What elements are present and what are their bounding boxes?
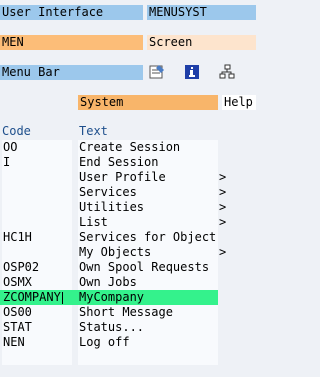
submenu-arrow bbox=[219, 305, 229, 320]
table-row[interactable]: ZCOMPANY MyCompany bbox=[0, 290, 256, 305]
code-cell[interactable]: STAT bbox=[2, 320, 72, 335]
code-cell[interactable]: OO bbox=[2, 140, 72, 155]
submenu-arrow bbox=[219, 290, 229, 305]
info-icon[interactable] bbox=[183, 63, 201, 81]
code-cell[interactable] bbox=[2, 170, 72, 185]
user-interface-label: User Interface bbox=[0, 5, 143, 20]
type-value-field[interactable]: MEN bbox=[0, 35, 143, 50]
text-cell[interactable]: Utilities bbox=[78, 200, 218, 215]
code-cell[interactable] bbox=[2, 215, 72, 230]
submenu-arrow: > bbox=[219, 215, 227, 229]
tab-help[interactable]: Help bbox=[222, 95, 256, 110]
submenu-arrow bbox=[219, 140, 229, 155]
table-row[interactable]: My Objects > bbox=[0, 245, 256, 260]
code-cell[interactable] bbox=[2, 200, 72, 215]
text-cell[interactable]: Own Jobs bbox=[78, 275, 218, 290]
submenu-arrow bbox=[219, 335, 229, 350]
table-row[interactable]: OO Create Session bbox=[0, 140, 256, 155]
table-row[interactable]: OSMX Own Jobs bbox=[0, 275, 256, 290]
code-cell[interactable] bbox=[2, 185, 72, 200]
table-row[interactable]: STAT Status... bbox=[0, 320, 256, 335]
code-cell[interactable]: HC1H bbox=[2, 230, 72, 245]
code-cell[interactable]: OSMX bbox=[2, 275, 72, 290]
code-cell[interactable]: ZCOMPANY bbox=[2, 290, 72, 305]
submenu-arrow: > bbox=[219, 245, 227, 259]
table-row[interactable]: I End Session bbox=[0, 155, 256, 170]
text-cell[interactable]: Short Message bbox=[78, 305, 218, 320]
table-row[interactable]: OSP02 Own Spool Requests bbox=[0, 260, 256, 275]
text-cursor bbox=[61, 291, 63, 304]
tab-system[interactable]: System bbox=[78, 95, 218, 110]
code-cell[interactable] bbox=[2, 245, 72, 260]
user-interface-value[interactable]: MENUSYST bbox=[147, 5, 256, 20]
code-cell[interactable]: OS00 bbox=[2, 305, 72, 320]
text-cell[interactable]: Log off bbox=[78, 335, 218, 350]
column-header-code: Code bbox=[2, 124, 31, 138]
column-header-text: Text bbox=[79, 124, 108, 138]
text-cell[interactable]: List bbox=[78, 215, 218, 230]
text-cell[interactable]: Own Spool Requests bbox=[78, 260, 218, 275]
table-row[interactable]: NEN Log off bbox=[0, 335, 256, 350]
text-cell[interactable]: MyCompany bbox=[78, 290, 218, 305]
text-cell[interactable]: User Profile bbox=[78, 170, 218, 185]
text-cell[interactable]: Create Session bbox=[78, 140, 218, 155]
submenu-arrow bbox=[219, 275, 229, 290]
edit-icon[interactable] bbox=[148, 63, 166, 81]
table-row[interactable]: User Profile > bbox=[0, 170, 256, 185]
submenu-arrow: > bbox=[219, 185, 227, 199]
text-cell[interactable]: Services bbox=[78, 185, 218, 200]
text-cell[interactable]: End Session bbox=[78, 155, 218, 170]
table-row[interactable] bbox=[0, 350, 256, 365]
table-row[interactable]: HC1H Services for Object bbox=[0, 230, 256, 245]
text-cell[interactable]: My Objects bbox=[78, 245, 218, 260]
text-cell[interactable]: Services for Object bbox=[78, 230, 218, 245]
table-row[interactable]: OS00 Short Message bbox=[0, 305, 256, 320]
code-cell[interactable]: I bbox=[2, 155, 72, 170]
submenu-arrow: > bbox=[219, 170, 227, 184]
submenu-arrow bbox=[219, 320, 229, 335]
submenu-arrow bbox=[219, 260, 229, 275]
code-cell[interactable]: OSP02 bbox=[2, 260, 72, 275]
table-row[interactable]: List > bbox=[0, 215, 256, 230]
submenu-arrow bbox=[219, 350, 229, 365]
text-cell[interactable]: Status... bbox=[78, 320, 218, 335]
submenu-arrow: > bbox=[219, 200, 227, 214]
code-cell[interactable]: NEN bbox=[2, 335, 72, 350]
submenu-arrow bbox=[219, 230, 229, 245]
code-cell[interactable] bbox=[2, 350, 72, 365]
text-cell[interactable] bbox=[78, 350, 218, 365]
type-label: Screen bbox=[147, 35, 256, 50]
menu-bar-label: Menu Bar bbox=[0, 65, 143, 80]
table-row[interactable]: Utilities > bbox=[0, 200, 256, 215]
submenu-arrow bbox=[219, 155, 229, 170]
table-row[interactable]: Services > bbox=[0, 185, 256, 200]
hierarchy-icon[interactable] bbox=[218, 63, 236, 81]
